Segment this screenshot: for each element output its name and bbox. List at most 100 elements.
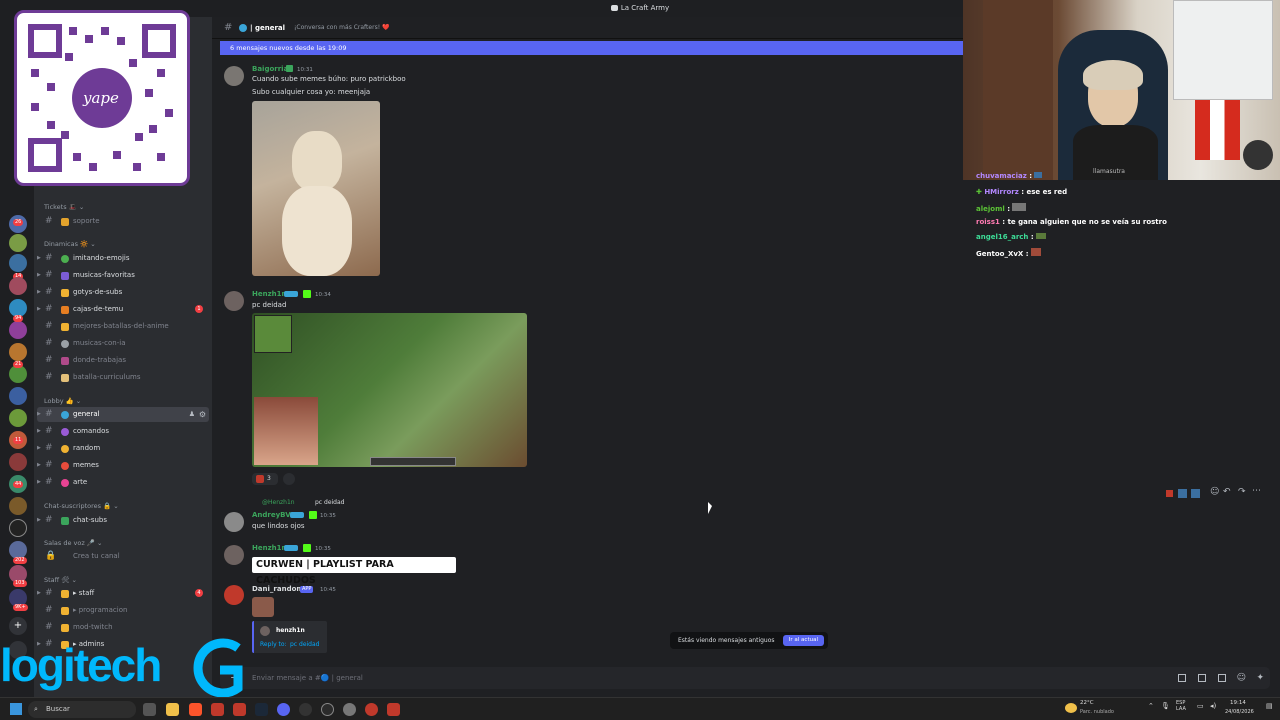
server-icon[interactable]: [9, 277, 27, 295]
sticker-icon[interactable]: [1218, 674, 1226, 682]
channel-random[interactable]: ▶ # random: [37, 441, 209, 456]
message-input[interactable]: Enviar mensaje a #🔵 | general: [252, 674, 363, 682]
channel-gotys-de-subs[interactable]: ▶ # gotys-de-subs: [37, 285, 209, 300]
file-explorer-icon[interactable]: [166, 703, 179, 716]
attachment-image-dog[interactable]: [252, 101, 380, 276]
apps-icon[interactable]: ✦: [1256, 667, 1264, 689]
network-icon[interactable]: ▭: [1197, 702, 1204, 710]
reaction-icon[interactable]: [1166, 490, 1173, 497]
jump-to-present-button[interactable]: Ir al actual: [782, 635, 824, 646]
channel-arte[interactable]: ▶ # arte: [37, 475, 209, 490]
reply-embed[interactable]: henzh1n Reply to: pc deidad: [252, 621, 327, 653]
channel-donde-trabajas[interactable]: # donde-trabajas: [37, 353, 209, 368]
avatar[interactable]: [224, 291, 244, 311]
category-dinamicas[interactable]: Dinamicas 🔆 ⌄: [44, 240, 96, 248]
avatar[interactable]: [224, 585, 244, 605]
channel-comandos[interactable]: ▶ # comandos: [37, 424, 209, 439]
message-author[interactable]: Henzh1n: [252, 544, 287, 552]
weather-icon[interactable]: [1065, 703, 1077, 713]
reaction-pill[interactable]: 3: [252, 473, 278, 485]
channel-cajas-de-temu[interactable]: ▶ # cajas-de-temu 1: [37, 302, 209, 317]
server-icon[interactable]: [9, 234, 27, 252]
add-reaction-icon[interactable]: [283, 473, 295, 485]
message-author[interactable]: Henzh1n: [252, 290, 287, 298]
category-lobby[interactable]: Lobby 👍 ⌄: [44, 397, 81, 405]
new-messages-bar[interactable]: 6 mensajes nuevos desde las 19:09: [220, 41, 963, 55]
channel-soporte[interactable]: # soporte: [37, 214, 209, 229]
brave-browser-icon[interactable]: [189, 703, 202, 716]
microphone-icon[interactable]: 🎙: [1161, 702, 1170, 710]
notifications-icon[interactable]: ▤: [1266, 702, 1273, 710]
message-author[interactable]: AndreyBV: [252, 511, 291, 519]
message-author[interactable]: Dani_random: [252, 585, 304, 593]
channel-chat-subs[interactable]: ▶ # chat-subs: [37, 513, 209, 528]
gift-icon[interactable]: [1178, 674, 1186, 682]
emote-icon: [1034, 172, 1043, 178]
category-staff[interactable]: Staff 🛠 ⌄: [44, 576, 77, 584]
app-icon[interactable]: [233, 703, 246, 716]
chevron-up-icon[interactable]: ⌃: [1148, 702, 1154, 710]
channel-imitando-emojis[interactable]: ▶ # imitando-emojis: [37, 251, 209, 266]
volume-icon[interactable]: ◂): [1210, 702, 1216, 710]
server-icon[interactable]: [9, 254, 27, 272]
reaction-icon[interactable]: [1191, 489, 1200, 498]
reaction-icon[interactable]: [1178, 489, 1187, 498]
channel-emoji-icon: [61, 272, 69, 280]
category-salas-de-voz[interactable]: Salas de voz 🎤 ⌄: [44, 539, 102, 547]
gear-icon[interactable]: ⚙: [199, 407, 206, 422]
channel-mejores-batallas-del-anime[interactable]: # mejores-batallas-del-anime: [37, 319, 209, 334]
windows-start-icon[interactable]: [10, 703, 22, 715]
hash-icon: #: [45, 588, 53, 598]
app-icon[interactable]: [365, 703, 378, 716]
add-reaction-icon[interactable]: ☺: [1210, 487, 1219, 497]
attachment-image-minecraft[interactable]: [252, 313, 527, 467]
channel-batalla-curriculums[interactable]: # batalla-curriculums: [37, 370, 209, 385]
message-author[interactable]: Baigorria: [252, 65, 288, 73]
server-icon[interactable]: [9, 497, 27, 515]
app-icon[interactable]: [299, 703, 312, 716]
channel-memes[interactable]: ▶ # memes: [37, 458, 209, 473]
playlist-link[interactable]: CURWEN | PLAYLIST PARA CACHUDOS: [252, 557, 456, 586]
server-icon[interactable]: [9, 453, 27, 471]
server-icon[interactable]: [9, 343, 27, 361]
app-icon[interactable]: [211, 703, 224, 716]
channel-staff[interactable]: ▶ # ▸ staff 4: [37, 586, 209, 601]
channel-musicas-favoritas[interactable]: ▶ # musicas-favoritas: [37, 268, 209, 283]
language-indicator[interactable]: ESP LAA: [1176, 700, 1186, 712]
avatar[interactable]: [224, 512, 244, 532]
add-server-icon[interactable]: +: [9, 617, 27, 635]
avatar[interactable]: [224, 545, 244, 565]
channel-mod-twitch[interactable]: # mod-twitch: [37, 620, 209, 635]
gif-icon[interactable]: [1198, 674, 1206, 682]
clock-time[interactable]: 19:14: [1230, 700, 1246, 706]
message-composer[interactable]: + Enviar mensaje a #🔵 | general ☺ ✦: [220, 667, 1270, 689]
channel-topic[interactable]: ¡Conversa con más Crafters! ❤️: [294, 17, 389, 39]
reply-icon[interactable]: ↶: [1223, 487, 1231, 497]
invite-icon[interactable]: ♟: [189, 407, 195, 422]
channel-crea-tu-canal[interactable]: 🔒 Crea tu canal: [37, 549, 209, 564]
taskbar-search[interactable]: ⌕ Buscar: [28, 701, 136, 718]
more-icon[interactable]: ⋯: [1252, 486, 1261, 496]
steam-icon[interactable]: [255, 703, 268, 716]
hash-icon: #: [224, 22, 233, 33]
reply-preview[interactable]: @Henzh1n: [262, 499, 295, 506]
obs-icon[interactable]: [321, 703, 334, 716]
category-tickets[interactable]: Tickets 🎩 ⌄: [44, 203, 84, 211]
settings-icon[interactable]: [343, 703, 356, 716]
channel-programacion[interactable]: # ▸ programacion: [37, 603, 209, 618]
clock-date[interactable]: 24/08/2026: [1225, 709, 1254, 715]
emoji-icon[interactable]: ☺: [1237, 667, 1246, 689]
discord-app-icon[interactable]: [277, 703, 290, 716]
server-icon[interactable]: [9, 321, 27, 339]
server-icon[interactable]: [9, 387, 27, 405]
forward-icon[interactable]: ↷: [1238, 487, 1246, 497]
avatar[interactable]: [224, 66, 244, 86]
task-view-icon[interactable]: [143, 703, 156, 716]
channel-musicas-con-ia[interactable]: # musicas-con-ia: [37, 336, 209, 351]
stream-chat-overlay: chuvamaciaz : ✚ HMirrorz : ese es red al…: [972, 172, 1272, 262]
server-icon[interactable]: [9, 409, 27, 427]
server-icon[interactable]: [9, 519, 27, 537]
channel-general[interactable]: ▶ # general ♟ ⚙: [37, 407, 209, 422]
category-chat-suscriptores[interactable]: Chat-suscriptores 🔒 ⌄: [44, 502, 119, 510]
app-icon[interactable]: [387, 703, 400, 716]
